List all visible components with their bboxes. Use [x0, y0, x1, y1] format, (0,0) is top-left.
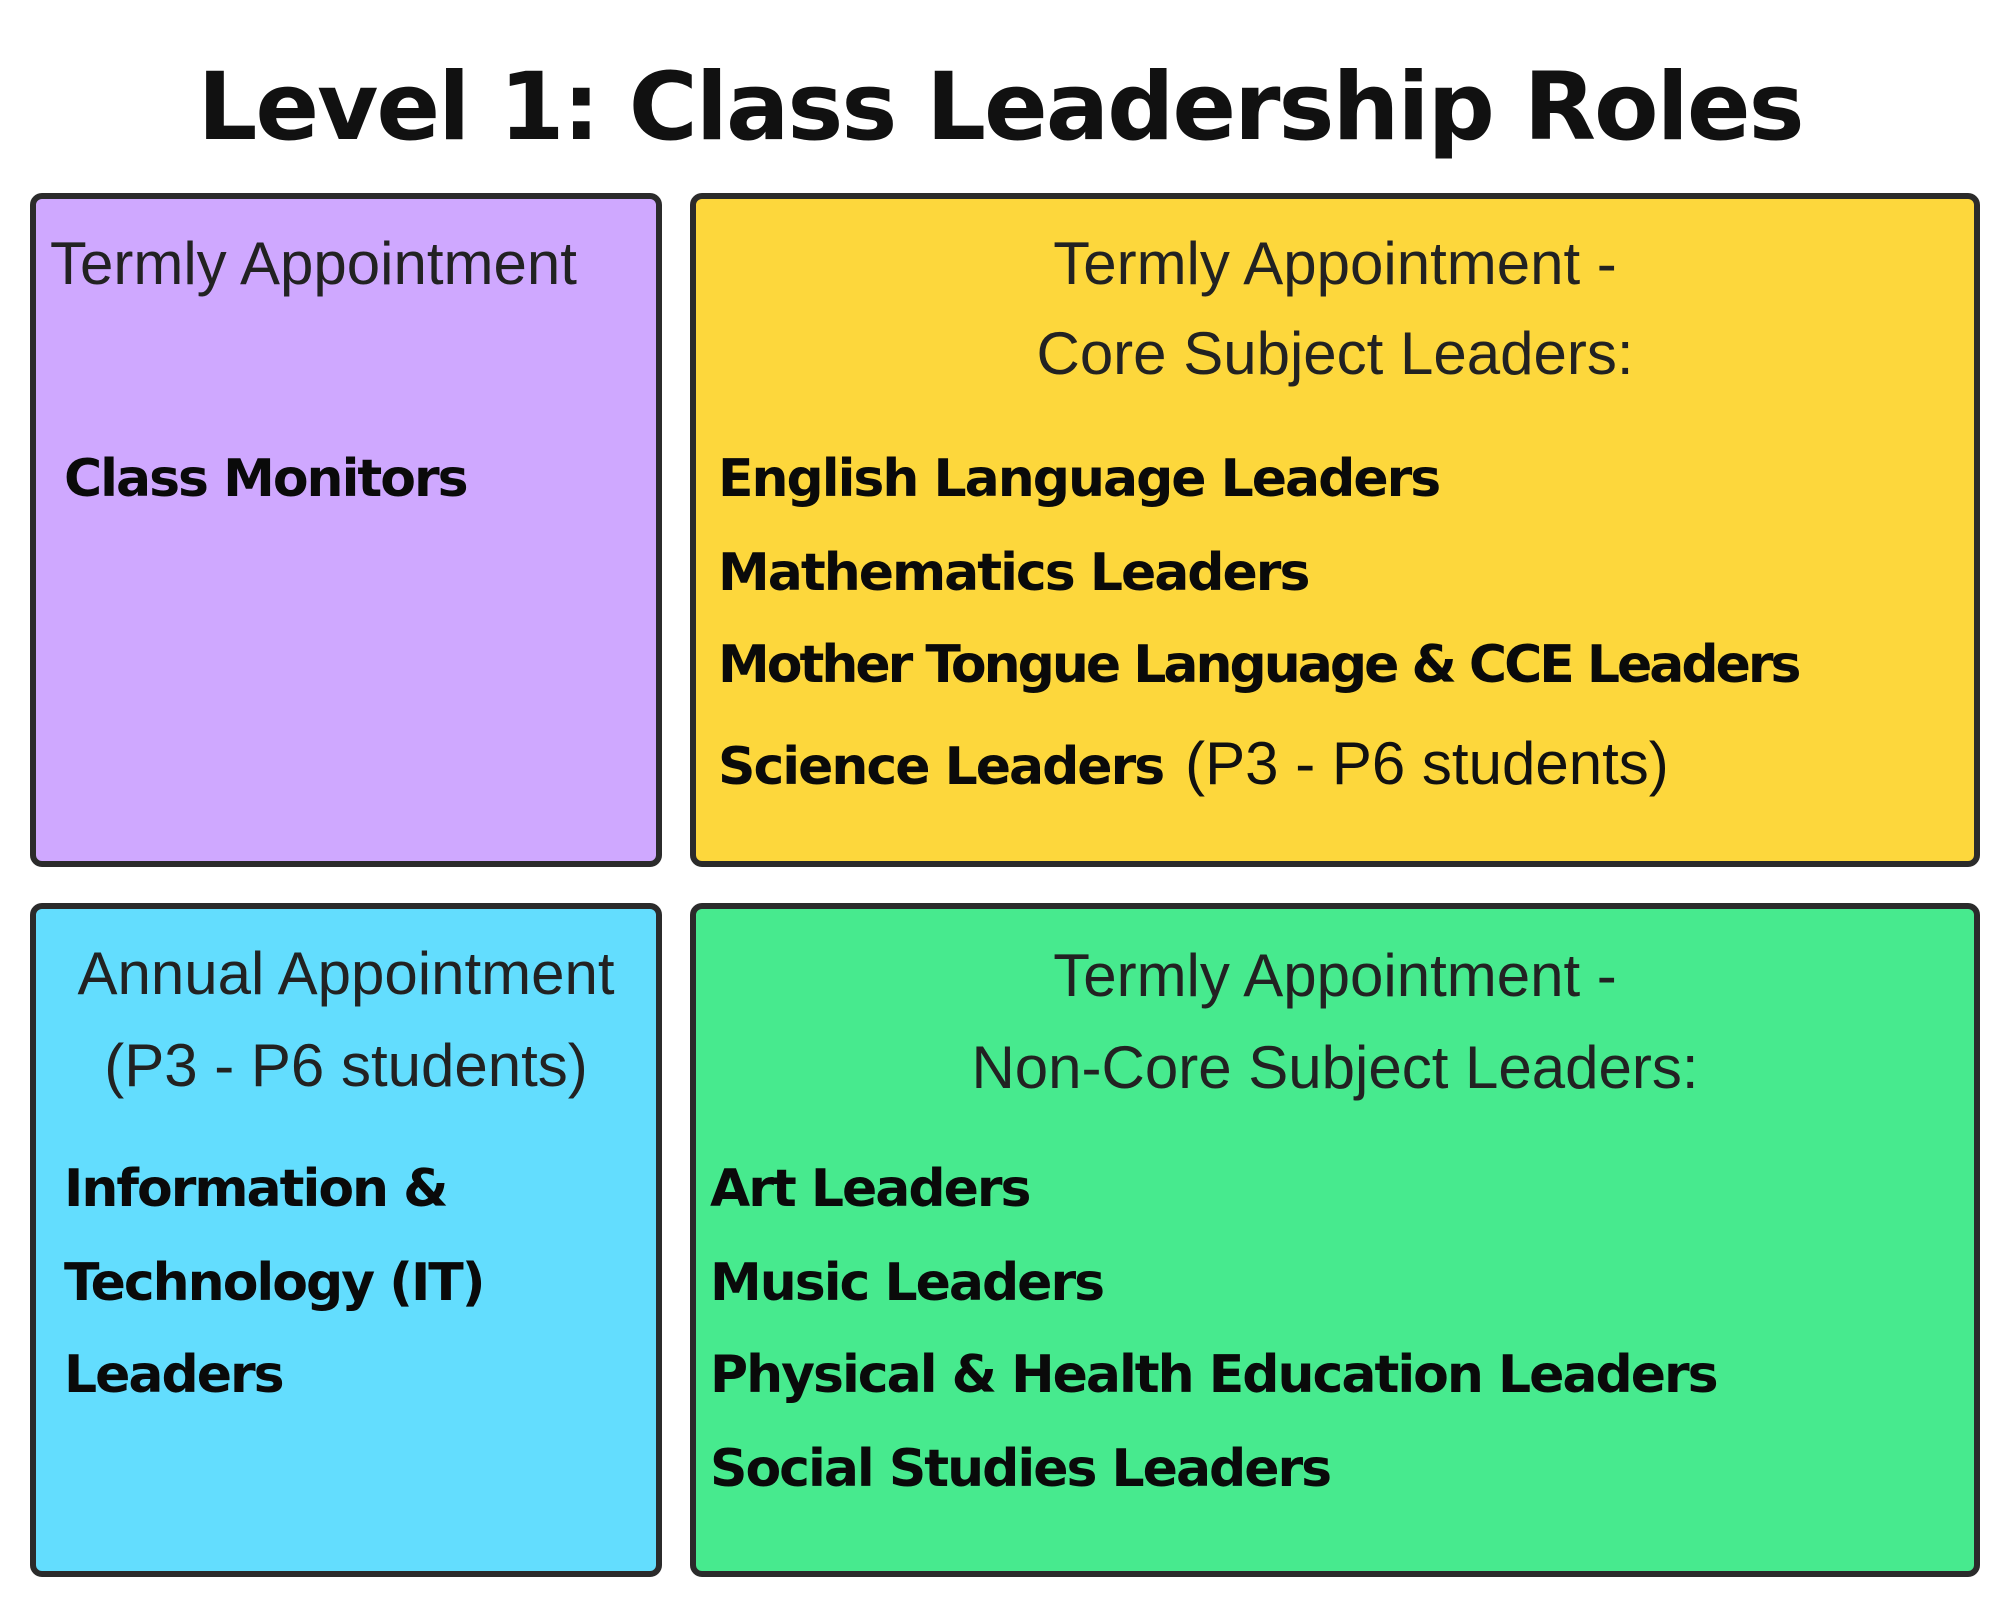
role-item-line: Leaders [64, 1345, 285, 1405]
role-item: Science Leaders [718, 737, 1165, 797]
page-title: Level 1: Class Leadership Roles [197, 53, 1804, 162]
role-item-line: Information & [64, 1159, 449, 1219]
role-item: English Language Leaders [718, 449, 1441, 509]
role-item-line: Technology (IT) [64, 1253, 486, 1313]
role-item-science: Science Leaders (P3 - P6 students) [718, 729, 1669, 798]
role-item: Physical & Health Education Leaders [710, 1345, 1719, 1405]
core-subject-leaders-box: Termly Appointment - Core Subject Leader… [690, 193, 1980, 867]
box-heading-line2: Core Subject Leaders: [1036, 320, 1634, 387]
box-heading-line1: Termly Appointment - [1053, 230, 1617, 297]
grade-note: (P3 - P6 students) [1185, 730, 1669, 797]
role-item: Art Leaders [710, 1159, 1031, 1219]
role-item: Class Monitors [64, 449, 469, 509]
role-item: Music Leaders [710, 1253, 1105, 1313]
role-item: Mathematics Leaders [718, 543, 1310, 603]
non-core-subject-leaders-box: Termly Appointment - Non-Core Subject Le… [690, 903, 1980, 1577]
box-heading-line1: Termly Appointment - [1053, 942, 1617, 1009]
box-heading-line2: Non-Core Subject Leaders: [971, 1034, 1699, 1101]
class-monitors-box: Termly Appointment Class Monitors [30, 193, 662, 867]
box-heading: Termly Appointment [50, 230, 577, 297]
role-item: Social Studies Leaders [710, 1439, 1332, 1499]
it-leaders-box: Annual Appointment (P3 - P6 students) In… [30, 903, 662, 1577]
box-heading-line2: (P3 - P6 students) [104, 1032, 588, 1099]
role-item: Mother Tongue Language & CCE Leaders [718, 635, 1801, 695]
box-heading-line1: Annual Appointment [77, 940, 615, 1007]
